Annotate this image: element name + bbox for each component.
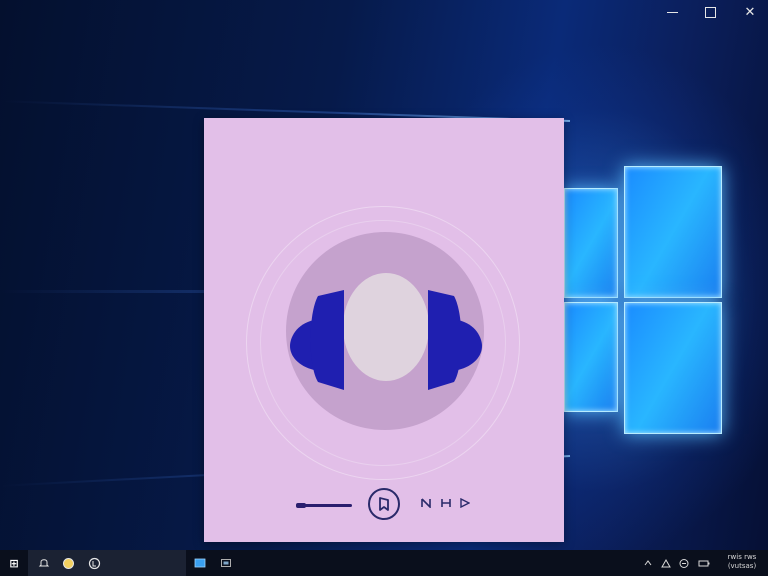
bell-icon (38, 559, 50, 567)
windows-start-icon: ⊞ (9, 556, 19, 570)
media-player-window (204, 118, 564, 542)
logo-pane (564, 188, 618, 298)
play-button[interactable] (458, 496, 472, 510)
file-explorer-icon (194, 558, 206, 568)
volume-icon (679, 558, 689, 568)
next-button[interactable] (440, 496, 454, 510)
playback-controls (204, 486, 564, 526)
logo-pane (624, 166, 722, 298)
taskbar-bell[interactable] (36, 555, 52, 571)
windows-logo (560, 158, 725, 438)
browser-icon (62, 557, 74, 569)
tray-overflow[interactable] (640, 555, 656, 571)
chevron-up-icon (644, 560, 652, 566)
minimize-button[interactable] (652, 0, 692, 24)
window-icon (221, 559, 231, 567)
network-icon (660, 558, 671, 567)
play-pause-button[interactable] (368, 488, 400, 520)
clock-time: rwis rws (727, 553, 757, 561)
taskbar-media[interactable] (86, 555, 102, 571)
desktop: ✕ ⊞ rwis rws (vutsas) (0, 0, 768, 576)
taskbar-file-explorer[interactable] (192, 555, 208, 571)
headphones-icon (290, 290, 482, 390)
tray-volume[interactable] (676, 555, 692, 571)
taskbar-browser[interactable] (60, 555, 76, 571)
progress-bar[interactable] (300, 504, 352, 507)
taskbar-window[interactable] (218, 555, 234, 571)
logo-pane (624, 302, 722, 434)
skip-back-icon (421, 498, 431, 508)
tray-network[interactable] (658, 555, 674, 571)
tray-battery[interactable] (696, 555, 712, 571)
maximize-icon (704, 6, 716, 18)
close-button[interactable]: ✕ (730, 0, 768, 24)
clock-date: (vutsas) (727, 562, 757, 570)
minimize-icon (666, 11, 678, 13)
logo-pane (564, 302, 618, 412)
maximize-button[interactable] (690, 0, 730, 24)
taskbar: ⊞ rwis rws (vutsas) (0, 550, 768, 576)
progress-handle[interactable] (296, 503, 306, 508)
battery-icon (698, 560, 710, 566)
play-icon (460, 498, 470, 508)
pause-icon (379, 497, 389, 511)
start-button[interactable]: ⊞ (0, 550, 28, 576)
previous-button[interactable] (420, 496, 434, 510)
skip-forward-icon (441, 499, 451, 507)
media-icon (88, 557, 100, 569)
clock[interactable]: rwis rws (vutsas) (718, 553, 766, 571)
close-icon: ✕ (744, 4, 756, 20)
